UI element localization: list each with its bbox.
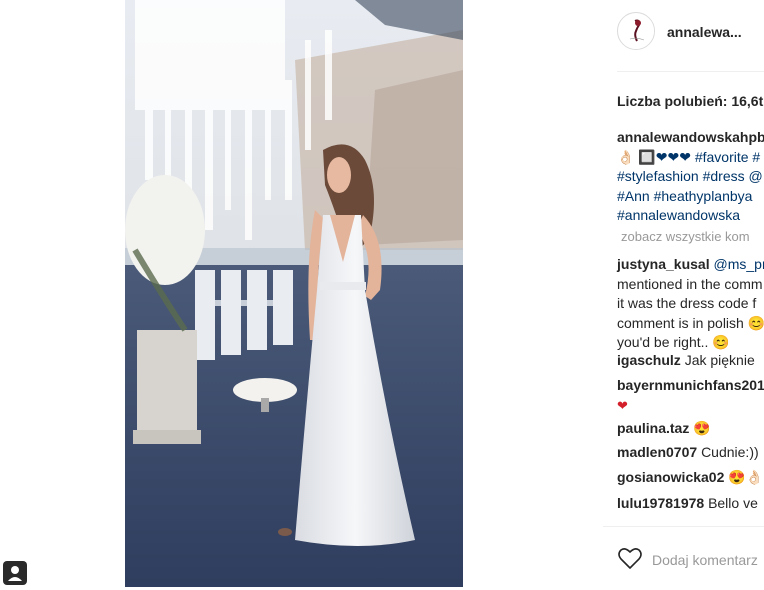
comment-text: Jak pięknie [685, 352, 755, 368]
comment: bayernmunichfans201 ❤ [617, 376, 764, 415]
add-comment-input[interactable]: Dodaj komentarz [652, 552, 758, 568]
comment-username[interactable]: bayernmunichfans201 [617, 377, 764, 393]
avatar-logo [618, 13, 655, 50]
post-side-panel: annalewa... Liczba polubień: 16,6t annal… [603, 0, 764, 587]
comment-username[interactable]: paulina.taz [617, 420, 689, 436]
comment-username[interactable]: justyna_kusal [617, 256, 710, 272]
comment: lulu19781978 Bello ve [617, 494, 758, 514]
comment-text: Cudnie:)) [701, 444, 759, 460]
comment-text: ❤ [617, 398, 628, 413]
comment-text: 😍👌🏻👌 [728, 469, 764, 485]
like-heart-icon[interactable] [617, 546, 643, 572]
post-caption: annalewandowskahpb 👌🏻 🔲❤❤❤ #favorite # #… [617, 128, 764, 226]
caption-line: #annalewandowska [617, 206, 764, 226]
likes-count[interactable]: Liczba polubień: 16,6t [617, 93, 763, 109]
comment-username[interactable]: madlen0707 [617, 444, 697, 460]
comment-text: comment is in polish 😊 [617, 315, 764, 331]
comment-text: mentioned in the comm [617, 276, 763, 292]
comment: justyna_kusal @ms_pr mentioned in the co… [617, 255, 764, 353]
comment-text: it was the dress code f [617, 295, 756, 311]
comment-text: 😍 [693, 420, 710, 436]
person-icon [3, 561, 27, 585]
comment: gosianowicka02 😍👌🏻👌 [617, 468, 764, 488]
post-photo[interactable] [125, 0, 463, 587]
comment-username[interactable]: lulu19781978 [617, 495, 704, 511]
comment-username[interactable]: gosianowicka02 [617, 469, 724, 485]
comment-text: Bello ve [708, 495, 758, 511]
caption-line: #Ann #heathyplanbya [617, 187, 764, 207]
caption-line: 👌🏻 🔲❤❤❤ #favorite # [617, 148, 764, 168]
comment-text: you'd be right.. 😊 [617, 334, 730, 350]
comment-username[interactable]: igaschulz [617, 352, 681, 368]
comment: paulina.taz 😍 [617, 419, 711, 439]
comment: igaschulz Jak pięknie [617, 351, 755, 371]
header-divider [617, 71, 764, 72]
avatar[interactable] [617, 12, 655, 50]
footer-divider [603, 526, 764, 527]
view-all-comments-link[interactable]: zobacz wszystkie kom [621, 229, 750, 244]
comment-text[interactable]: @ms_pr [714, 256, 764, 272]
post-photo-image [125, 0, 463, 587]
comment: madlen0707 Cudnie:)) [617, 443, 759, 463]
post-username[interactable]: annalewa... [667, 24, 742, 40]
profile-corner-icon[interactable] [3, 561, 27, 585]
caption-username[interactable]: annalewandowskahpb [617, 128, 764, 148]
caption-line: #stylefashion #dress @ [617, 167, 764, 187]
